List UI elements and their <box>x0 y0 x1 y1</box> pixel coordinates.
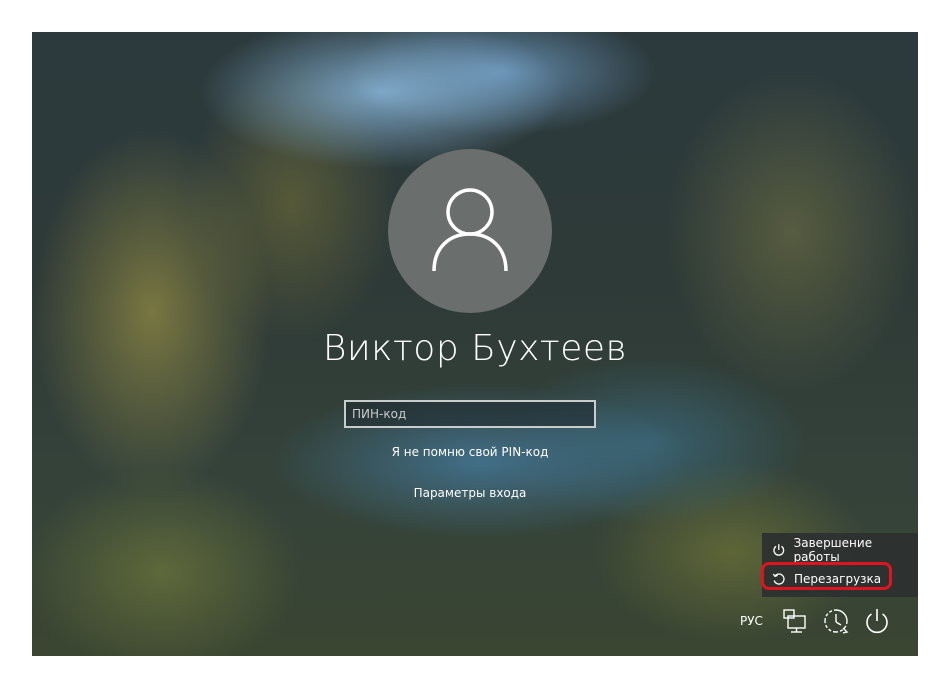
language-indicator[interactable]: РУС <box>740 614 763 628</box>
restart-icon <box>772 573 785 585</box>
signin-options-link[interactable]: Параметры входа <box>32 486 908 500</box>
user-name: Виктор Бухтеев <box>322 328 628 369</box>
user-icon <box>432 188 508 272</box>
forgot-pin-link[interactable]: Я не помню свой PIN-код <box>32 445 908 459</box>
power-icon <box>773 544 785 556</box>
lock-screen: Виктор Бухтеев Я не помню свой PIN-код П… <box>32 32 918 656</box>
user-avatar <box>388 149 552 313</box>
network-icon[interactable] <box>779 606 809 636</box>
menu-item-label: Завершение работы <box>793 536 873 564</box>
pin-input[interactable] <box>344 400 596 428</box>
menu-item-shutdown[interactable]: Завершение работы <box>762 536 918 564</box>
menu-item-label: Перезагрузка <box>794 572 882 586</box>
power-icon[interactable] <box>862 606 892 636</box>
power-menu: Завершение работы Перезагрузка <box>762 533 918 597</box>
menu-item-restart[interactable]: Перезагрузка <box>762 566 918 592</box>
ease-of-access-icon[interactable] <box>821 606 851 636</box>
